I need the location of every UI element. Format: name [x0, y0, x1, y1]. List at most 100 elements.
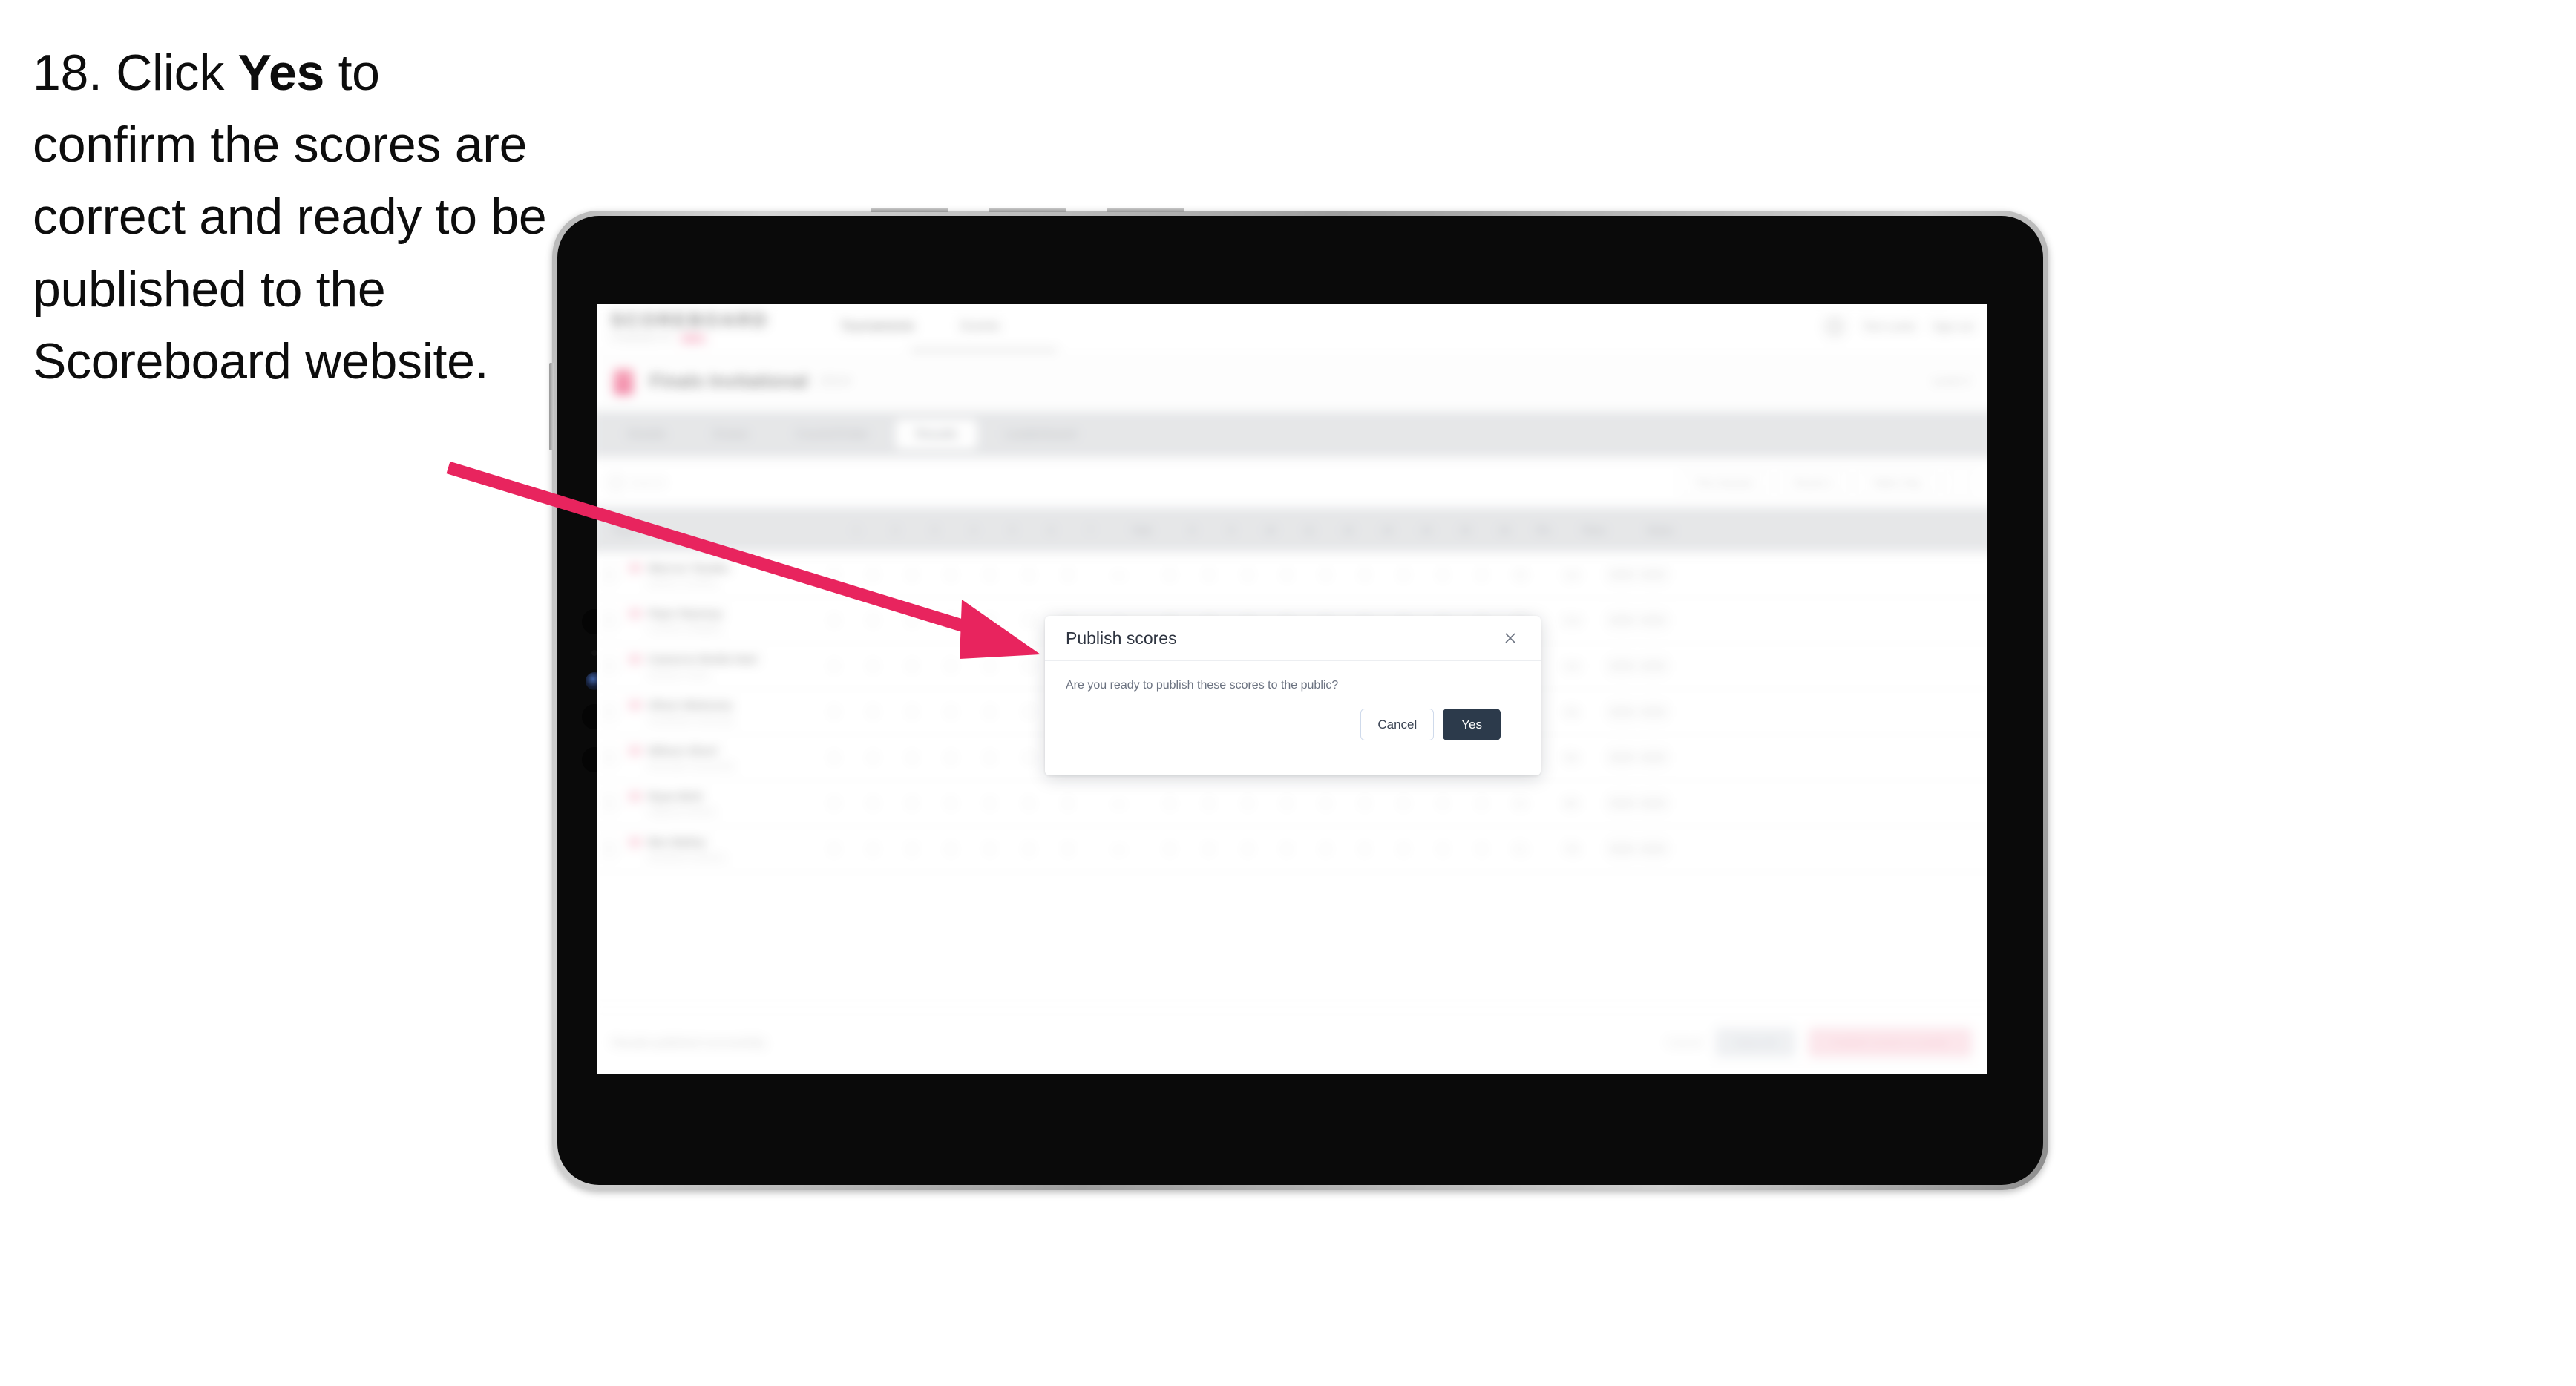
footer-save-button[interactable]: Save All	[1715, 1028, 1796, 1057]
nav-item-events[interactable]: Events	[960, 319, 1000, 334]
cell-score-13[interactable]: 0	[1346, 568, 1385, 580]
cell-score-9[interactable]: 0	[1190, 843, 1229, 855]
cell-score-9[interactable]: 0	[1190, 797, 1229, 809]
footer-cancel-link[interactable]: Cancel	[1668, 1037, 1702, 1049]
cell-score-2[interactable]: 0	[853, 706, 893, 717]
cell-score-3[interactable]: 0	[893, 614, 932, 626]
cell-score-5[interactable]: 0	[971, 614, 1010, 626]
table-row[interactable]: Ben Bailey Westfield Academy 0 0 0 0 0 0 0—0 0 0 0 0…	[597, 827, 1987, 873]
cell-score-5[interactable]: 0	[971, 752, 1010, 763]
cell-score-14[interactable]: 0	[1384, 797, 1423, 809]
cell-score-14[interactable]: 0	[1384, 568, 1423, 580]
cell-score-4[interactable]: 0	[931, 843, 971, 855]
cell-score-11[interactable]: 0	[1268, 568, 1307, 580]
cell-score-3[interactable]: 0	[893, 660, 932, 672]
device-top-button-1[interactable]	[871, 208, 948, 212]
cell-score-5[interactable]: 0	[971, 843, 1010, 855]
cell-score-6[interactable]: 0	[1009, 660, 1049, 672]
cell-score-2[interactable]: 0	[853, 660, 893, 672]
cell-score-5[interactable]: 0	[971, 660, 1010, 672]
cell-score-8[interactable]: 0	[1150, 568, 1190, 580]
cell-score-3[interactable]: 0	[893, 843, 932, 855]
cell-score-6[interactable]: 0	[1009, 752, 1049, 763]
cell-score-15[interactable]: 0	[1423, 843, 1463, 855]
cell-score-3[interactable]: 0	[893, 752, 932, 763]
cell-score-7[interactable]: 0	[1049, 843, 1088, 855]
cell-score-1[interactable]: 0	[815, 797, 854, 809]
nav-item-tournaments[interactable]: Tournaments	[841, 319, 914, 334]
cell-score-7[interactable]: 0	[1049, 797, 1088, 809]
cell-score-2[interactable]: 0	[853, 797, 893, 809]
footer-publish-button[interactable]: Publish scores to public	[1809, 1028, 1973, 1057]
cell-score-11[interactable]: 0	[1268, 843, 1307, 855]
row-checkbox[interactable]	[597, 568, 629, 582]
cell-score-13[interactable]: 0	[1346, 797, 1385, 809]
cell-score-13[interactable]: 0	[1346, 843, 1385, 855]
cell-score-1[interactable]: 0	[815, 752, 854, 763]
filter-session[interactable]: This Session	[1679, 469, 1769, 496]
cell-score-2[interactable]: 0	[853, 752, 893, 763]
cell-score-3[interactable]: 0	[893, 568, 932, 580]
cell-score-4[interactable]: 0	[931, 706, 971, 717]
cell-score-5[interactable]: 0	[971, 706, 1010, 717]
cell-score-1[interactable]: 0	[815, 706, 854, 717]
cell-score-6[interactable]: 0	[1009, 706, 1049, 717]
tab-draws[interactable]: Draws	[693, 419, 768, 449]
cell-score-10[interactable]: 0	[1228, 568, 1268, 580]
cancel-button[interactable]: Cancel	[1360, 709, 1435, 740]
cell-score-12[interactable]: 0	[1306, 843, 1346, 855]
cell-score-12[interactable]: 0	[1306, 797, 1346, 809]
tab-results[interactable]: Results	[896, 419, 977, 450]
brand-logo[interactable]: SCOREBOARD POWERED BY BWF	[611, 309, 769, 344]
row-checkbox[interactable]	[597, 842, 629, 856]
cell-score-4[interactable]: 0	[931, 797, 971, 809]
row-checkbox[interactable]	[597, 705, 629, 719]
tab-leaderboard[interactable]: Leaderboard	[985, 419, 1096, 449]
cell-score-6[interactable]: 0	[1009, 614, 1049, 626]
cell-score-16[interactable]: 0	[1462, 797, 1501, 809]
search-input[interactable]: Search	[609, 475, 666, 490]
tab-details[interactable]: Details	[608, 419, 686, 449]
cell-score-9[interactable]: 0	[1190, 568, 1229, 580]
cell-score-15[interactable]: 0	[1423, 568, 1463, 580]
cell-score-6[interactable]: 0	[1009, 843, 1049, 855]
cell-score-7[interactable]: 0	[1049, 568, 1088, 580]
cell-score-12[interactable]: 0	[1306, 568, 1346, 580]
table-row[interactable]: Ryan Britt Highland Athletic 0 0 0 0 0 0 0—0 0 0 0 0…	[597, 781, 1987, 827]
cell-score-10[interactable]: 0	[1228, 843, 1268, 855]
cell-score-2[interactable]: 0	[853, 568, 893, 580]
cell-score-1[interactable]: 0	[815, 660, 854, 672]
cell-score-6[interactable]: 0	[1009, 568, 1049, 580]
row-checkbox[interactable]	[597, 613, 629, 628]
cell-score-8[interactable]: 0	[1150, 797, 1190, 809]
avatar[interactable]	[1823, 315, 1846, 338]
cell-score-2[interactable]: 0	[853, 843, 893, 855]
cell-score-14[interactable]: 0	[1384, 843, 1423, 855]
cell-score-11[interactable]: 0	[1268, 797, 1307, 809]
cell-score-8[interactable]: 0	[1150, 843, 1190, 855]
sign-out-link[interactable]: Sign out	[1932, 321, 1973, 333]
device-top-button-2[interactable]	[989, 208, 1066, 212]
table-row[interactable]: Marcus Tanaka Eastern Combine 0 0 0 0 0 0 0—0 0 0 0…	[597, 552, 1987, 598]
cell-score-16[interactable]: 0	[1462, 568, 1501, 580]
cell-score-6[interactable]: 0	[1009, 797, 1049, 809]
cell-score-5[interactable]: 0	[971, 797, 1010, 809]
cell-score-3[interactable]: 0	[893, 706, 932, 717]
cell-score-2[interactable]: 0	[853, 614, 893, 626]
cell-score-1[interactable]: 0	[815, 614, 854, 626]
row-checkbox[interactable]	[597, 659, 629, 673]
cell-score-3[interactable]: 0	[893, 797, 932, 809]
device-top-button-3[interactable]	[1107, 208, 1184, 212]
yes-button[interactable]: Yes	[1443, 709, 1501, 740]
cell-score-4[interactable]: 0	[931, 614, 971, 626]
cell-score-1[interactable]: 0	[815, 568, 854, 580]
row-checkbox[interactable]	[597, 750, 629, 765]
cell-score-4[interactable]: 0	[931, 568, 971, 580]
close-icon[interactable]	[1499, 627, 1521, 649]
cell-score-16[interactable]: 0	[1462, 843, 1501, 855]
cell-score-5[interactable]: 0	[971, 568, 1010, 580]
device-side-button[interactable]	[549, 363, 554, 450]
cell-score-4[interactable]: 0	[931, 660, 971, 672]
filter-more-icon[interactable]: ⋯	[1946, 468, 1976, 496]
cell-score-4[interactable]: 0	[931, 752, 971, 763]
